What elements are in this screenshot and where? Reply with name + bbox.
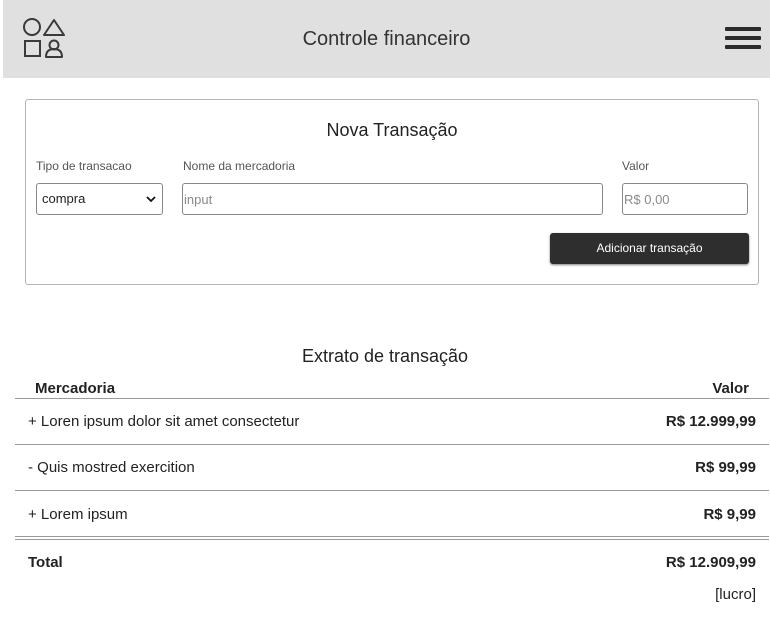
item-name-label: Nome da mercadoria (183, 159, 296, 173)
add-transaction-button[interactable]: Adicionar transação (550, 233, 749, 264)
divider (15, 398, 769, 399)
row-description: + Loren ipsum dolor sit amet consectetur (28, 413, 300, 430)
statement-title: Extrato de transação (301, 346, 469, 366)
value-label: Valor (622, 159, 650, 173)
transaction-type-select[interactable]: compra (36, 183, 163, 215)
row-description: - Quis mostred exercition (28, 459, 195, 476)
new-transaction-card: Nova Transação Tipo de transacao Nome da… (25, 99, 759, 285)
divider (15, 490, 769, 491)
transaction-type-value: compra (42, 191, 86, 206)
hamburger-menu-icon[interactable] (725, 27, 761, 53)
column-header-value: Valor (712, 380, 749, 397)
divider (15, 536, 769, 537)
row-value: R$ 9,99 (703, 506, 756, 523)
new-transaction-title: Nova Transação (326, 120, 458, 140)
app-header: Controle financeiro (3, 0, 770, 78)
chevron-down-icon (146, 196, 156, 203)
row-value: R$ 99,99 (695, 459, 756, 476)
total-status: [lucro] (715, 586, 756, 603)
total-value: R$ 12.909,99 (665, 554, 756, 571)
row-description: + Lorem ipsum (28, 506, 128, 523)
divider (15, 444, 769, 445)
divider (15, 539, 769, 540)
column-header-item: Mercadoria (35, 380, 116, 397)
row-value: R$ 12.999,99 (665, 413, 756, 430)
item-name-placeholder: input (184, 192, 213, 207)
item-name-input[interactable]: input (182, 183, 603, 215)
total-label: Total (28, 554, 63, 571)
value-placeholder: R$ 0,00 (624, 192, 670, 207)
transaction-type-label: Tipo de transacao (36, 159, 132, 173)
app-title: Controle financeiro (302, 28, 471, 50)
value-input[interactable]: R$ 0,00 (622, 183, 748, 215)
